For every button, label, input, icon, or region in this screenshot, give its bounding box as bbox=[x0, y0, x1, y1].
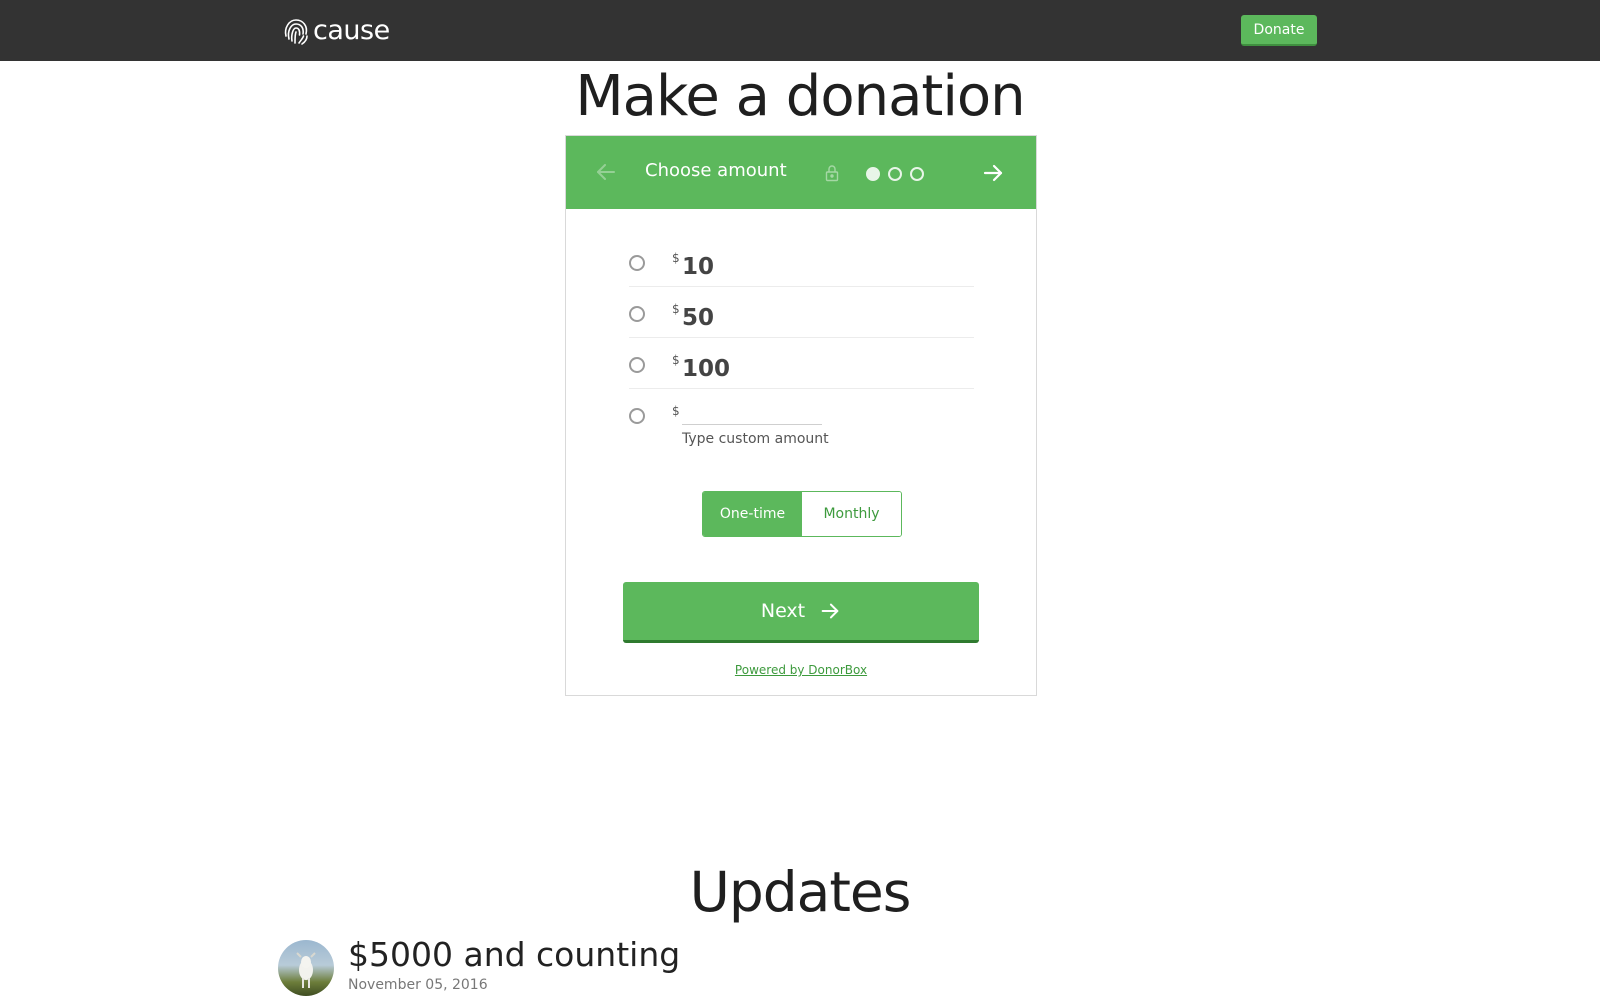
currency-symbol: $ bbox=[672, 302, 680, 316]
arrow-left-icon[interactable] bbox=[594, 160, 618, 184]
frequency-toggle: One-time Monthly bbox=[702, 491, 902, 537]
updates-title: Updates bbox=[689, 860, 912, 924]
update-date: November 05, 2016 bbox=[348, 977, 488, 993]
arrow-right-icon bbox=[821, 603, 839, 619]
amount-radio[interactable] bbox=[629, 357, 645, 373]
amount-option-custom[interactable]: $ Type custom amount bbox=[629, 389, 974, 469]
amount-radio[interactable] bbox=[629, 306, 645, 322]
page-title: Make a donation bbox=[575, 64, 1025, 129]
custom-amount-hint: Type custom amount bbox=[682, 431, 829, 447]
widget-header: Choose amount bbox=[566, 136, 1036, 209]
currency-symbol: $ bbox=[672, 353, 680, 367]
goat-image bbox=[296, 952, 316, 988]
arrow-right-icon[interactable] bbox=[981, 161, 1005, 185]
step-dot-1 bbox=[866, 167, 880, 181]
next-button[interactable]: Next bbox=[623, 582, 979, 643]
step-indicator bbox=[866, 167, 924, 181]
donation-widget: Choose amount $ 10 $ 50 $ 100 $ Type cus… bbox=[565, 135, 1037, 696]
amount-value: 10 bbox=[682, 254, 715, 280]
amount-option-100[interactable]: $ 100 bbox=[629, 338, 974, 389]
update-item[interactable]: $5000 and counting November 05, 2016 bbox=[278, 935, 978, 1000]
logo[interactable]: cause bbox=[283, 14, 390, 46]
amount-value: 100 bbox=[682, 356, 731, 382]
update-avatar bbox=[278, 940, 334, 996]
step-dot-2 bbox=[888, 167, 902, 181]
amount-option-50[interactable]: $ 50 bbox=[629, 287, 974, 338]
step-title: Choose amount bbox=[645, 160, 787, 181]
one-time-button[interactable]: One-time bbox=[703, 492, 802, 536]
logo-text: cause bbox=[313, 14, 390, 46]
currency-symbol: $ bbox=[672, 251, 680, 265]
amount-options: $ 10 $ 50 $ 100 $ Type custom amount bbox=[629, 236, 974, 469]
custom-amount-input[interactable] bbox=[682, 403, 822, 425]
amount-radio[interactable] bbox=[629, 255, 645, 271]
nav-donate-button[interactable]: Donate bbox=[1241, 15, 1317, 46]
amount-value: 50 bbox=[682, 305, 715, 331]
step-dot-3 bbox=[910, 167, 924, 181]
top-navbar: cause Donate bbox=[0, 0, 1600, 61]
monthly-button[interactable]: Monthly bbox=[802, 492, 901, 536]
fingerprint-icon bbox=[284, 19, 308, 45]
update-title[interactable]: $5000 and counting bbox=[348, 935, 680, 974]
currency-symbol: $ bbox=[672, 404, 680, 418]
next-button-label: Next bbox=[760, 600, 806, 622]
amount-option-10[interactable]: $ 10 bbox=[629, 236, 974, 287]
amount-radio[interactable] bbox=[629, 408, 645, 424]
powered-by-link[interactable]: Powered by DonorBox bbox=[566, 663, 1036, 677]
lock-icon bbox=[825, 165, 839, 182]
